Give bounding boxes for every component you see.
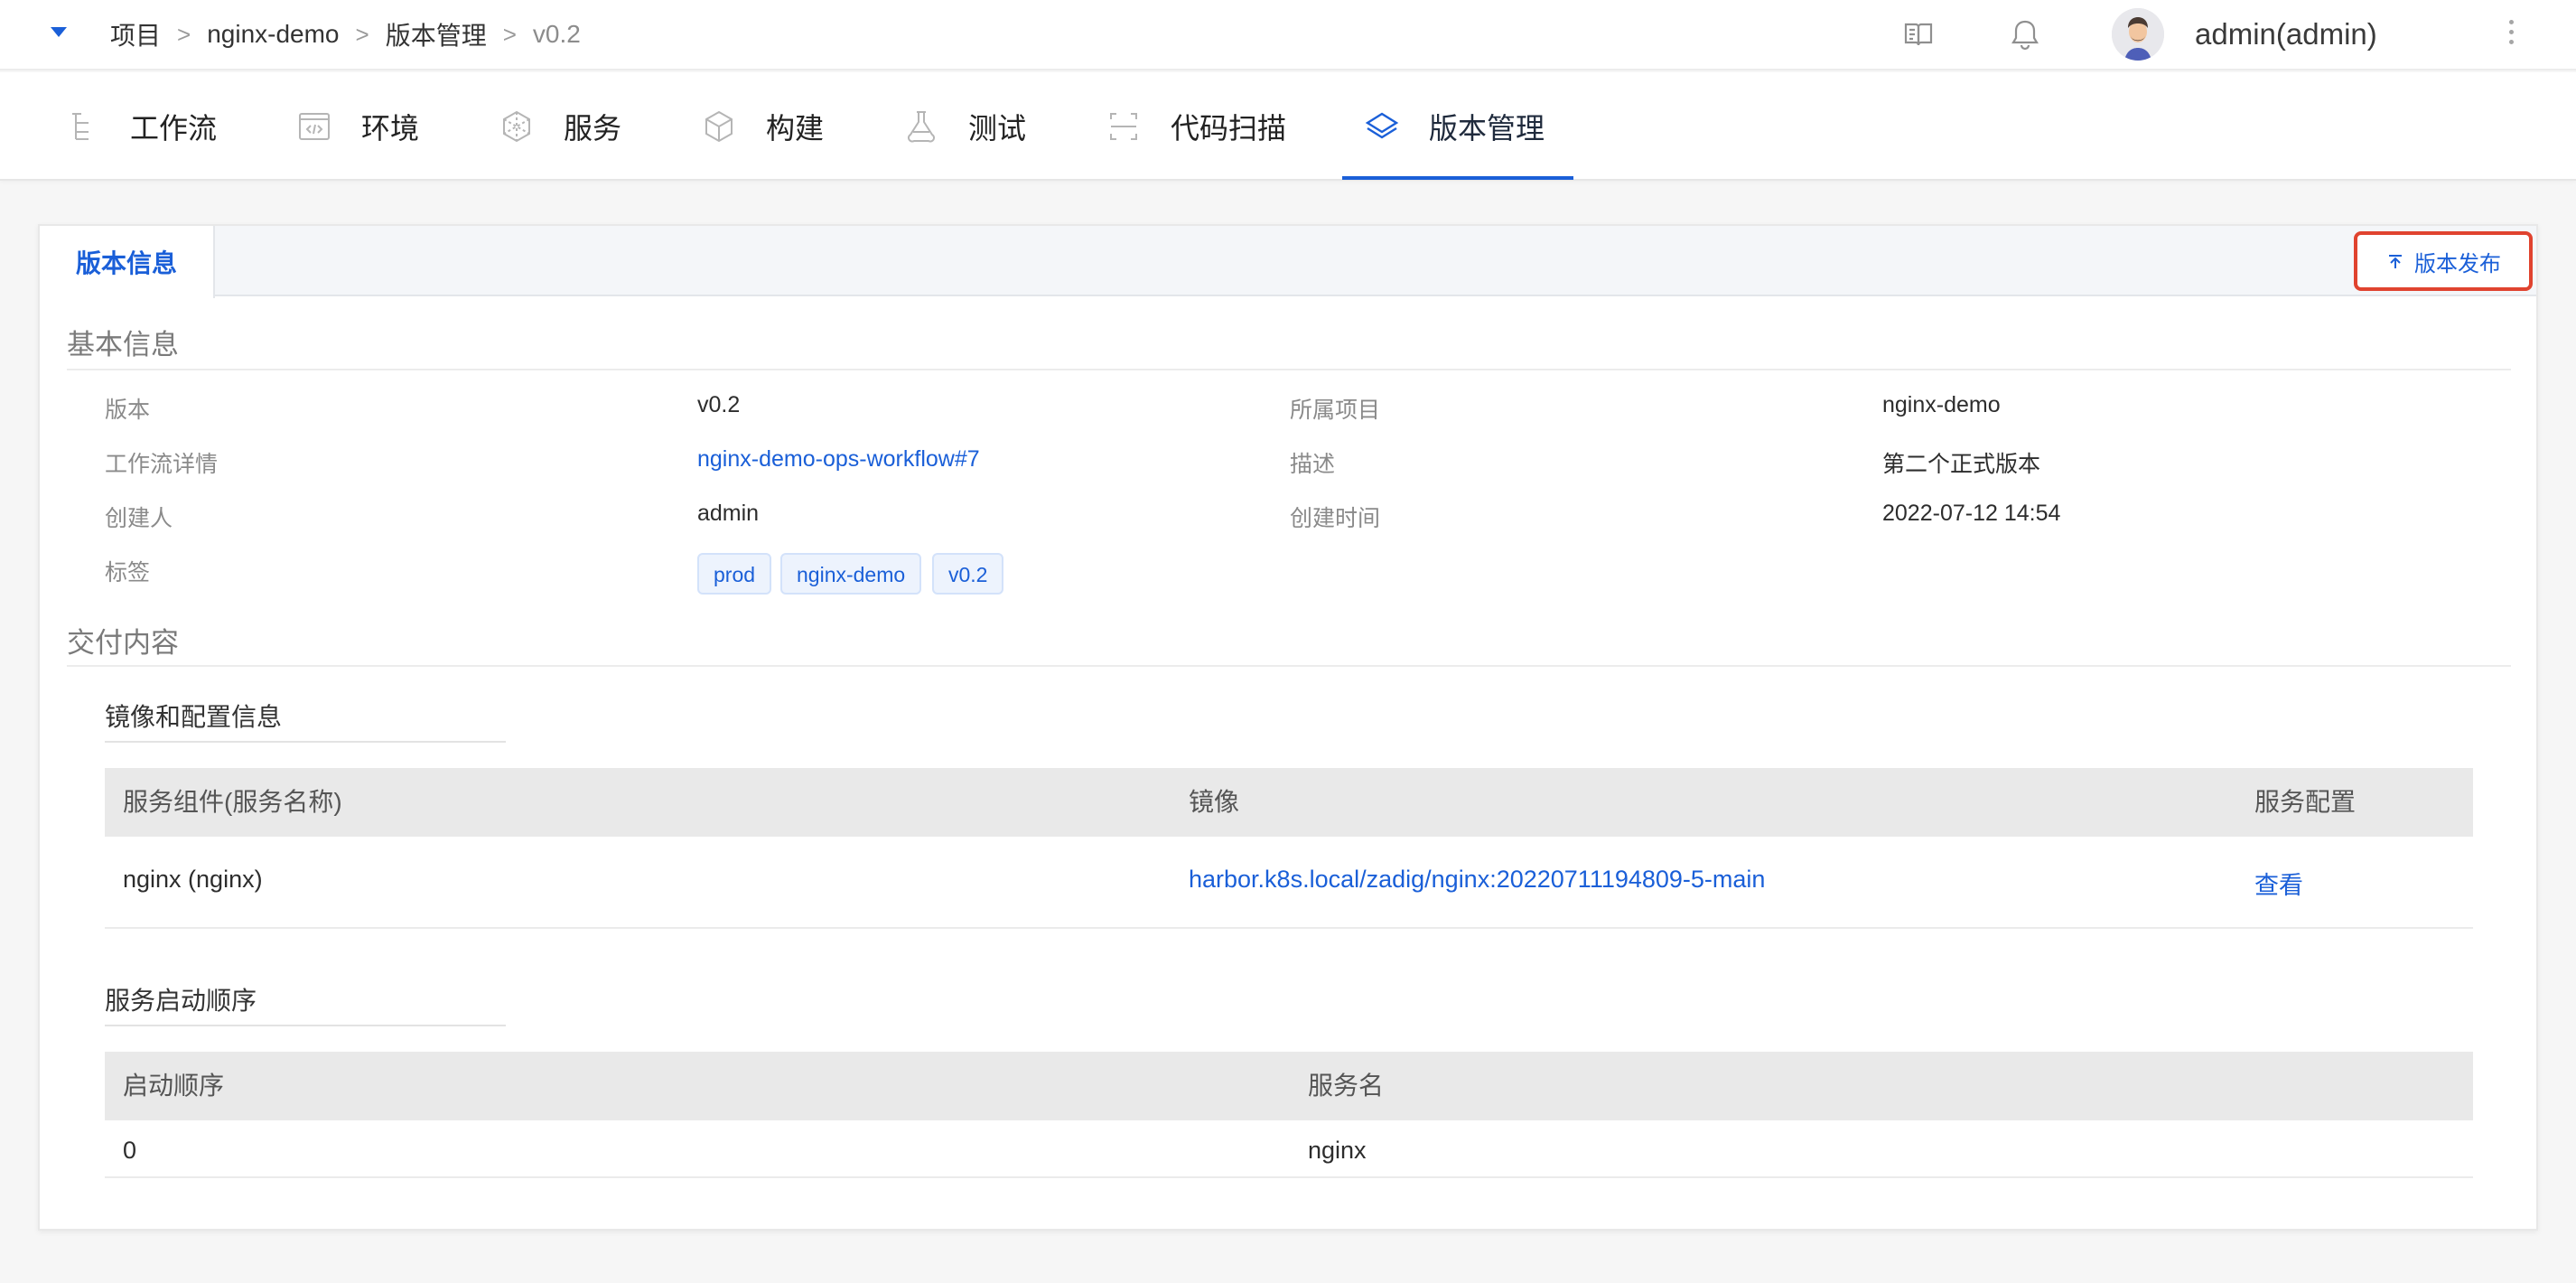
environment-icon [294, 107, 334, 146]
scan-icon [1104, 107, 1143, 146]
tab-version-info[interactable]: 版本信息 [40, 226, 215, 298]
workflow-link[interactable]: nginx-demo-ops-workflow#7 [697, 446, 980, 473]
section-title-delivery: 交付内容 [67, 627, 179, 659]
nav-item-build[interactable]: 构建 [699, 72, 824, 181]
description-value: 第二个正式版本 [1882, 452, 2041, 477]
column-header-service-name: 服务名 [1308, 1072, 1385, 1100]
nav-item-workflow[interactable]: 工作流 [63, 72, 217, 181]
top-bar: 项目 > nginx-demo > 版本管理 > v0.2 admin(admi… [0, 0, 2576, 70]
version-label: 版本 [105, 398, 151, 423]
description-label: 描述 [1290, 452, 1336, 477]
tags-label: 标签 [105, 560, 151, 585]
nav-item-service[interactable]: 服务 [497, 72, 621, 181]
breadcrumb-version-management[interactable]: 版本管理 [386, 16, 487, 52]
nav-label: 版本管理 [1429, 112, 1545, 145]
upload-icon [2389, 255, 2402, 268]
divider [67, 369, 2511, 370]
nav-label: 工作流 [130, 112, 218, 145]
column-header-order: 启动顺序 [123, 1072, 225, 1100]
project-switcher-caret-icon[interactable] [51, 27, 67, 37]
tag-version: v0.2 [932, 553, 1004, 595]
workflow-icon [63, 107, 103, 146]
version-value: v0.2 [697, 392, 741, 417]
table-header [105, 1052, 2473, 1120]
nav-label: 环境 [361, 112, 420, 145]
creator-label: 创建人 [105, 506, 173, 531]
breadcrumb-project[interactable]: nginx-demo [207, 20, 339, 49]
divider [105, 1025, 506, 1026]
user-name[interactable]: admin(admin) [2195, 14, 2377, 54]
breadcrumb-current: v0.2 [532, 20, 581, 48]
order-cell: 0 [123, 1137, 137, 1164]
divider [67, 665, 2511, 667]
service-cell: nginx (nginx) [123, 866, 263, 893]
project-value: nginx-demo [1882, 392, 2001, 417]
nav-label: 构建 [766, 112, 825, 145]
avatar[interactable] [2112, 8, 2164, 61]
section-title-basic-info: 基本信息 [67, 329, 179, 361]
breadcrumb-separator: > [355, 20, 369, 48]
tag-prod: prod [697, 553, 772, 595]
breadcrumb-separator: > [502, 20, 517, 48]
bell-icon[interactable] [2007, 16, 2043, 52]
nav-item-test[interactable]: 测试 [901, 72, 1026, 181]
images-table: 服务组件(服务名称) 镜像 服务配置 nginx (nginx) harbor.… [105, 768, 2473, 931]
tab-strip [40, 226, 2536, 296]
column-header-image: 镜像 [1189, 788, 1240, 816]
created-time-value: 2022-07-12 14:54 [1882, 501, 2061, 526]
release-version-button[interactable]: 版本发布 [2354, 231, 2533, 291]
breadcrumb: 项目 > nginx-demo > 版本管理 > v0.2 [110, 14, 581, 54]
creator-value: admin [697, 501, 760, 526]
tag-list: prod nginx-demo v0.2 [697, 553, 1239, 596]
more-vertical-icon[interactable] [2504, 20, 2518, 49]
column-header-service: 服务组件(服务名称) [123, 788, 342, 816]
module-nav: 工作流 环境 服务 构建 测试 代码扫描 版本管理 [0, 72, 2576, 181]
workflow-label: 工作流详情 [105, 452, 219, 477]
docs-icon[interactable] [1900, 16, 1937, 52]
nav-label: 测试 [968, 112, 1027, 145]
service-name-cell: nginx [1308, 1137, 1367, 1164]
nav-item-version-management[interactable]: 版本管理 [1362, 72, 1545, 181]
tag-nginx-demo: nginx-demo [780, 553, 922, 595]
service-icon [497, 107, 537, 146]
startup-order-table: 启动顺序 服务名 0 nginx [105, 1052, 2473, 1178]
nav-label: 服务 [564, 112, 622, 145]
view-config-link[interactable]: 查看 [2254, 866, 2303, 901]
nav-item-code-scan[interactable]: 代码扫描 [1104, 72, 1286, 181]
divider [105, 741, 506, 743]
test-icon [901, 107, 941, 146]
table-row-divider [105, 927, 2473, 929]
image-link[interactable]: harbor.k8s.local/zadig/nginx:20220711194… [1189, 866, 1765, 894]
column-header-config: 服务配置 [2254, 788, 2357, 816]
release-button-label: 版本发布 [2414, 251, 2501, 276]
nav-label: 代码扫描 [1171, 112, 1287, 145]
created-time-label: 创建时间 [1290, 506, 1381, 531]
version-icon [1362, 107, 1402, 146]
project-label: 所属项目 [1290, 398, 1381, 423]
images-config-title: 镜像和配置信息 [105, 703, 283, 731]
table-header [105, 768, 2473, 837]
breadcrumb-projects[interactable]: 项目 [110, 16, 161, 52]
startup-order-title: 服务启动顺序 [105, 987, 257, 1015]
table-row-divider [105, 1176, 2473, 1178]
nav-active-indicator [1342, 176, 1573, 180]
nav-item-environment[interactable]: 环境 [294, 72, 419, 181]
build-icon [699, 107, 739, 146]
breadcrumb-separator: > [177, 20, 191, 48]
version-detail-card: 版本信息 版本发布 基本信息 版本 v0.2 所属项目 nginx-demo 工… [38, 224, 2538, 1231]
